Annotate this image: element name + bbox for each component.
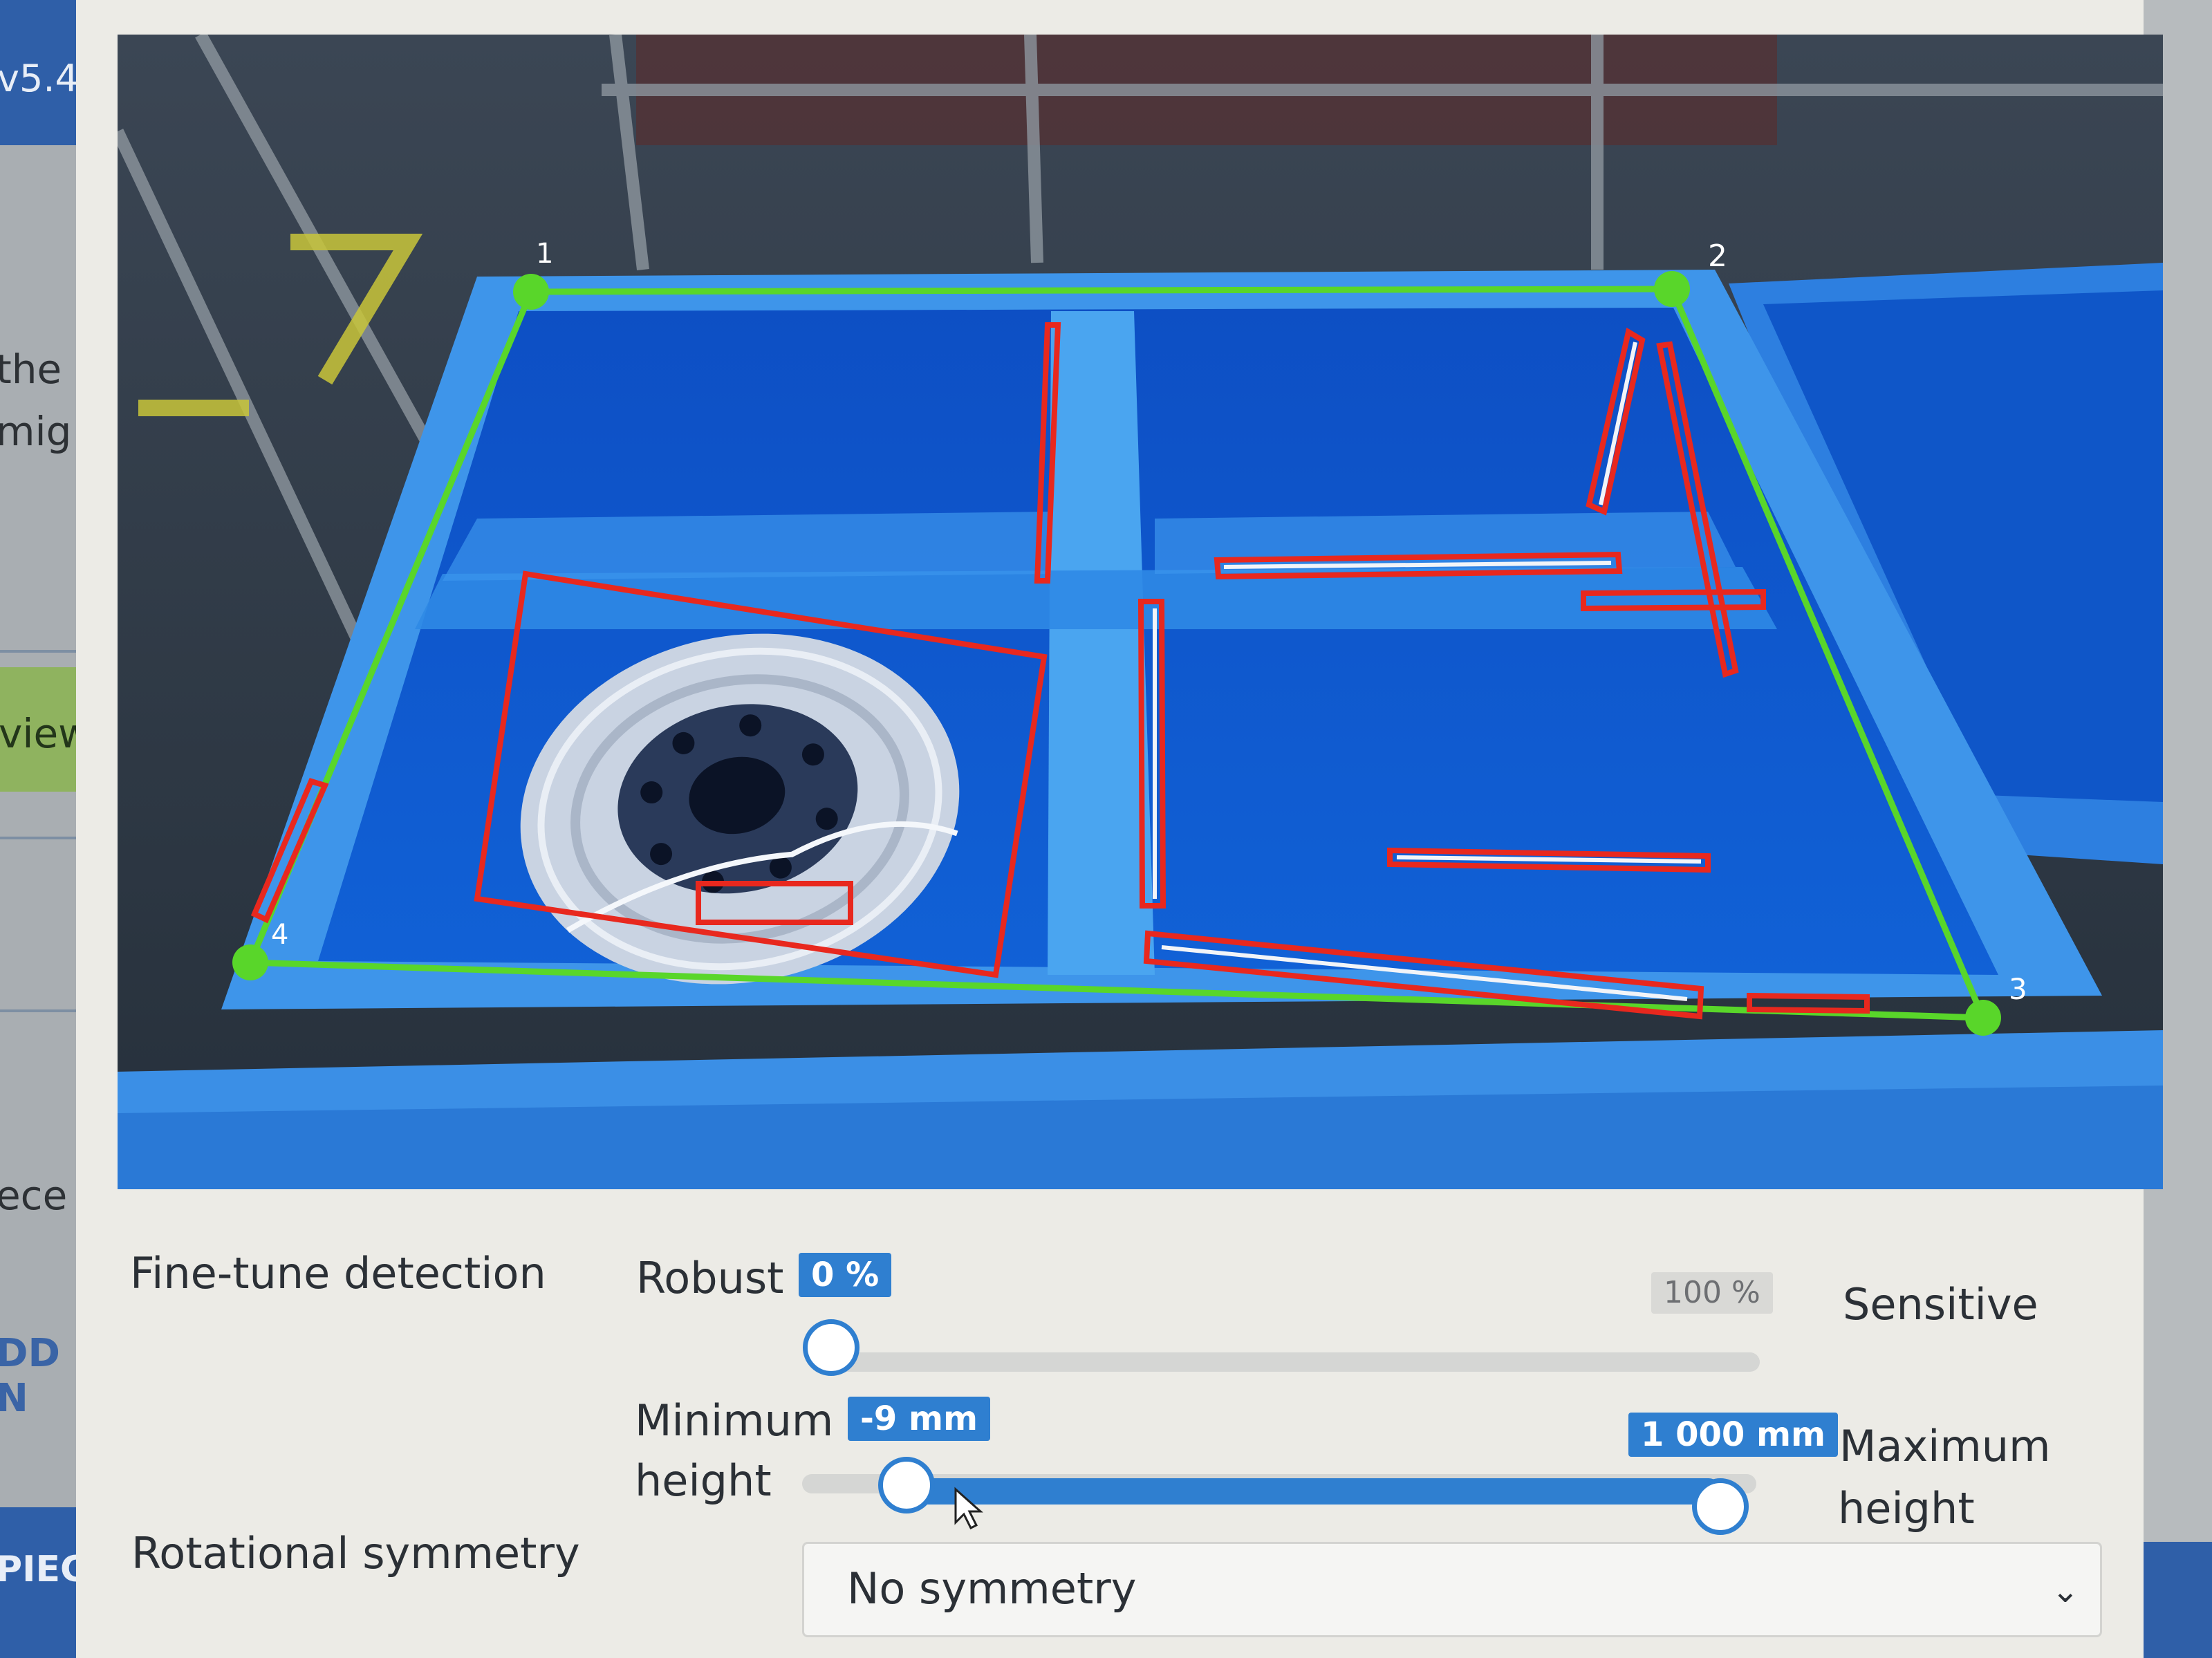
fine-tune-slider-track[interactable] xyxy=(819,1352,1760,1372)
sidebar-text-line-2: mig xyxy=(0,408,72,455)
sensitive-label: Sensitive xyxy=(1843,1279,2038,1330)
height-range-slider-fill xyxy=(906,1478,1722,1505)
minimum-height-label-line1: Minimum xyxy=(635,1395,834,1446)
mouse-cursor-icon xyxy=(954,1487,983,1530)
fine-tune-value-badge: 0 % xyxy=(799,1253,892,1297)
maximum-height-label-line1: Maximum xyxy=(1839,1421,2051,1471)
robust-label: Robust xyxy=(636,1253,784,1303)
chevron-down-icon: ⌄ xyxy=(2051,1572,2079,1610)
min-height-slider-thumb[interactable] xyxy=(878,1457,935,1513)
roi-corner-label-3: 3 xyxy=(2009,972,2027,1006)
rotational-symmetry-select[interactable]: No symmetry ⌄ xyxy=(802,1542,2102,1637)
min-height-badge: -9 mm xyxy=(848,1397,991,1441)
sidebar-piece-text: ece xyxy=(0,1172,68,1219)
roi-corner-label-4: 4 xyxy=(271,919,288,951)
fine-tune-detection-label: Fine-tune detection xyxy=(130,1248,546,1298)
roi-corner-label-2: 2 xyxy=(1708,239,1727,274)
fine-tune-max-badge: 100 % xyxy=(1651,1272,1773,1314)
rotational-symmetry-label: Rotational symmetry xyxy=(131,1528,580,1578)
max-height-slider-thumb[interactable] xyxy=(1692,1478,1749,1535)
camera-view[interactable]: 1 2 3 4 xyxy=(118,35,2163,1189)
sidebar-text-line-1: the xyxy=(0,346,62,393)
maximum-height-label-line2: height xyxy=(1838,1483,1975,1534)
minimum-height-label-line2: height xyxy=(635,1455,772,1506)
max-height-badge: 1 000 mm xyxy=(1628,1413,1839,1457)
roi-corner-label-1: 1 xyxy=(536,238,553,270)
fine-tune-slider-thumb[interactable] xyxy=(803,1319,859,1376)
version-header: v5.4 xyxy=(0,0,79,145)
version-label: v5.4 xyxy=(0,57,79,100)
rotational-symmetry-value: No symmetry xyxy=(847,1563,1137,1614)
